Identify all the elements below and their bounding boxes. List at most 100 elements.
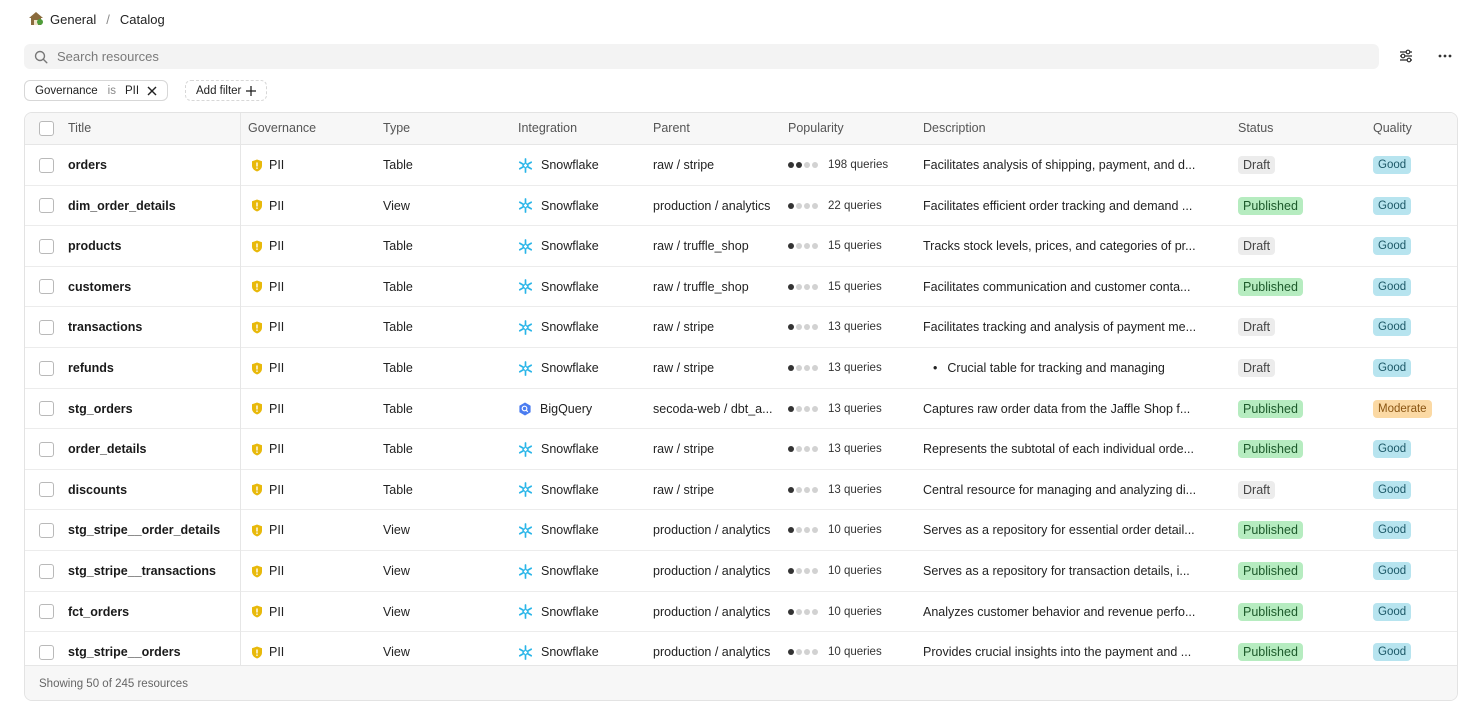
parent-path[interactable]: production / analytics xyxy=(653,605,770,619)
row-checkbox[interactable] xyxy=(39,198,54,214)
column-header-description[interactable]: Description xyxy=(923,113,986,144)
resource-type: Table xyxy=(383,158,413,172)
column-header-governance[interactable]: Governance xyxy=(248,113,316,144)
resource-title[interactable]: products xyxy=(68,239,121,253)
popularity-dot xyxy=(812,527,818,534)
row-checkbox[interactable] xyxy=(39,319,54,335)
quality-badge: Good xyxy=(1373,196,1412,215)
row-checkbox[interactable] xyxy=(39,482,54,498)
row-checkbox[interactable] xyxy=(39,563,54,579)
governance-tag: PII xyxy=(269,361,285,375)
column-header-quality[interactable]: Quality xyxy=(1373,113,1412,144)
status-badge[interactable]: Published xyxy=(1238,521,1303,540)
column-header-integration[interactable]: Integration xyxy=(518,113,577,144)
integration-name: Snowflake xyxy=(541,198,599,213)
parent-path[interactable]: production / analytics xyxy=(653,564,770,578)
parent-path[interactable]: secoda-web / dbt_a... xyxy=(653,402,773,416)
row-checkbox[interactable] xyxy=(39,157,54,173)
popularity-dot xyxy=(788,324,794,331)
resource-title[interactable]: transactions xyxy=(68,320,142,334)
close-icon[interactable] xyxy=(147,86,157,96)
status-badge[interactable]: Published xyxy=(1238,643,1303,662)
popularity-dot xyxy=(812,649,818,656)
select-all-checkbox[interactable] xyxy=(39,121,54,136)
status-badge[interactable]: Draft xyxy=(1238,156,1276,174)
column-header-type[interactable]: Type xyxy=(383,113,410,144)
filter-field: Governance xyxy=(35,84,98,97)
popularity-dot xyxy=(804,283,810,290)
column-header-parent[interactable]: Parent xyxy=(653,113,690,144)
resource-title[interactable]: stg_stripe__orders xyxy=(68,645,181,659)
governance-tag: PII xyxy=(269,442,285,457)
status-badge[interactable]: Draft xyxy=(1238,359,1276,377)
governance-tag: PII xyxy=(269,482,285,497)
popularity-dot xyxy=(804,446,810,453)
resource-title[interactable]: stg_orders xyxy=(68,402,133,416)
status-badge[interactable]: Draft xyxy=(1238,237,1276,256)
resource-title[interactable]: refunds xyxy=(68,361,114,375)
status-badge[interactable]: Published xyxy=(1238,602,1303,621)
row-checkbox[interactable] xyxy=(39,441,54,457)
row-checkbox[interactable] xyxy=(39,522,54,538)
quality-badge: Good xyxy=(1373,602,1412,621)
integration-name: Snowflake xyxy=(541,279,599,294)
parent-path[interactable]: raw / stripe xyxy=(653,442,714,456)
resource-title[interactable]: discounts xyxy=(68,483,127,497)
column-header-title[interactable]: Title xyxy=(68,113,91,144)
resource-description: Facilitates tracking and analysis of pay… xyxy=(923,320,1197,335)
parent-path[interactable]: raw / stripe xyxy=(653,320,714,334)
table-footer: Showing 50 of 245 resources xyxy=(25,665,1457,700)
row-checkbox[interactable] xyxy=(39,401,54,417)
column-header-status[interactable]: Status xyxy=(1238,113,1273,144)
parent-path[interactable]: production / analytics xyxy=(653,645,770,659)
more-horizontal-icon[interactable] xyxy=(1432,44,1458,68)
resource-title[interactable]: fct_orders xyxy=(68,605,129,619)
popularity-count: 10 queries xyxy=(828,646,882,659)
parent-path[interactable]: raw / truffle_shop xyxy=(653,280,749,294)
parent-path[interactable]: production / analytics xyxy=(653,199,770,213)
add-filter-button[interactable]: Add filter xyxy=(185,80,268,101)
status-badge[interactable]: Draft xyxy=(1238,318,1276,337)
resource-title[interactable]: order_details xyxy=(68,442,147,456)
shield-icon xyxy=(251,646,263,659)
resource-type: Table xyxy=(383,279,413,294)
resource-title[interactable]: dim_order_details xyxy=(68,199,176,213)
status-badge[interactable]: Published xyxy=(1238,399,1303,418)
sliders-icon[interactable] xyxy=(1393,44,1419,68)
shield-icon xyxy=(251,199,263,212)
quality-badge: Good xyxy=(1373,277,1412,296)
filter-chip-governance[interactable]: Governance is PII xyxy=(24,80,169,101)
integration-name: Snowflake xyxy=(541,523,599,538)
parent-path[interactable]: production / analytics xyxy=(653,523,770,537)
column-header-popularity[interactable]: Popularity xyxy=(788,113,844,144)
status-badge[interactable]: Published xyxy=(1238,277,1303,296)
search-input[interactable] xyxy=(57,49,1257,64)
breadcrumb: General / Catalog xyxy=(28,10,165,28)
popularity-dot xyxy=(788,608,794,615)
status-badge[interactable]: Draft xyxy=(1238,480,1276,499)
resource-title[interactable]: orders xyxy=(68,158,107,172)
parent-path[interactable]: raw / stripe xyxy=(653,158,714,172)
row-checkbox[interactable] xyxy=(39,604,54,620)
status-badge[interactable]: Published xyxy=(1238,562,1303,580)
search-bar[interactable] xyxy=(24,44,1379,69)
parent-path[interactable]: raw / truffle_shop xyxy=(653,239,749,253)
row-checkbox[interactable] xyxy=(39,360,54,376)
resource-title[interactable]: customers xyxy=(68,280,131,294)
governance-tag: PII xyxy=(269,320,285,335)
popularity-dot xyxy=(804,649,810,656)
row-checkbox[interactable] xyxy=(39,238,54,254)
parent-path[interactable]: raw / stripe xyxy=(653,483,714,497)
status-badge[interactable]: Published xyxy=(1238,196,1303,215)
row-checkbox[interactable] xyxy=(39,644,54,660)
status-badge[interactable]: Published xyxy=(1238,440,1303,459)
breadcrumb-workspace[interactable]: General xyxy=(50,12,96,27)
breadcrumb-page[interactable]: Catalog xyxy=(120,12,165,27)
row-checkbox[interactable] xyxy=(39,279,54,295)
shield-icon xyxy=(251,402,263,415)
shield-icon xyxy=(251,443,263,456)
parent-path[interactable]: raw / stripe xyxy=(653,361,714,375)
resource-title[interactable]: stg_stripe__order_details xyxy=(68,523,220,537)
resource-title[interactable]: stg_stripe__transactions xyxy=(68,564,216,578)
integration-name: Snowflake xyxy=(541,320,599,335)
